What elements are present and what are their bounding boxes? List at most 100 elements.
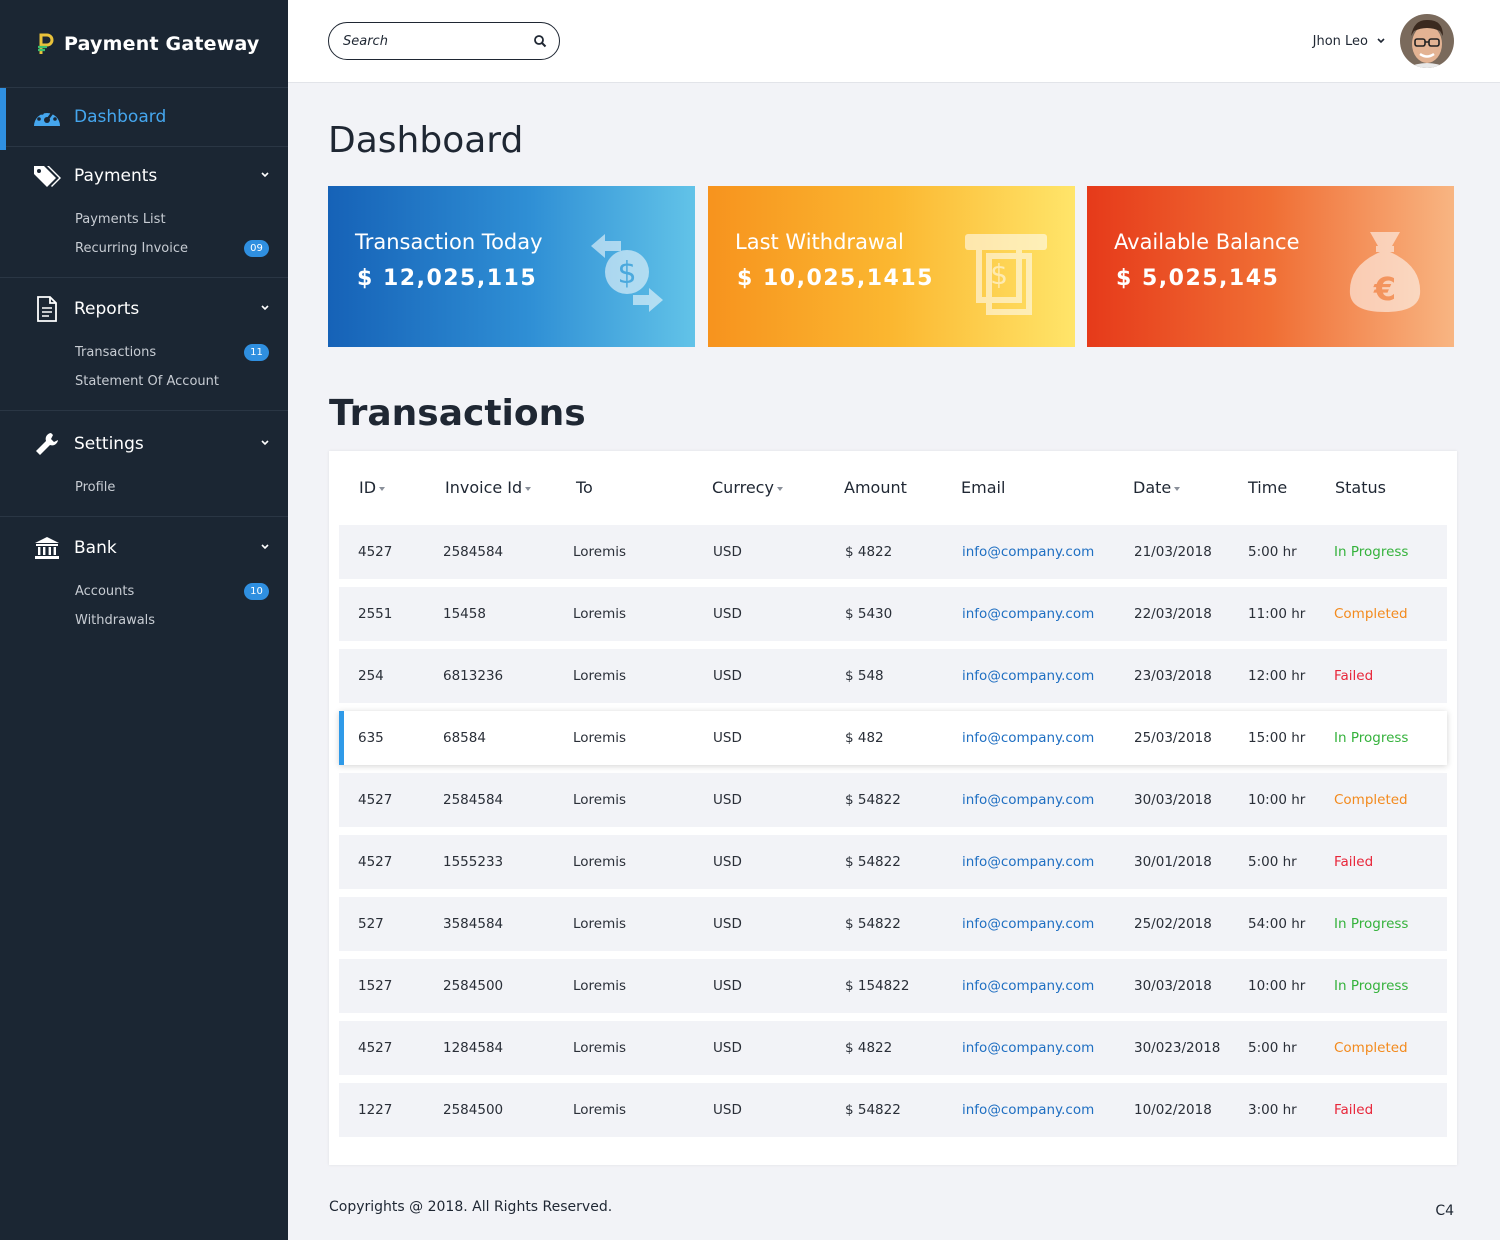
chevron-down-icon[interactable] <box>1376 36 1386 46</box>
search-icon[interactable] <box>533 34 547 48</box>
last-withdrawal-card[interactable]: Last Withdrawal $ 10,025,1415 $ <box>708 186 1075 347</box>
invoice-cell: 2584584 <box>443 792 504 808</box>
sort-arrow-icon <box>379 486 386 491</box>
sidebar-item-reports[interactable]: Reports <box>0 280 288 338</box>
currency-exchange-icon: $ <box>591 234 663 312</box>
sidebar-item-bank[interactable]: Bank <box>0 519 288 577</box>
available-balance-card[interactable]: Available Balance $ 5,025,145 € <box>1087 186 1454 347</box>
table-row[interactable]: 254 6813236 Loremis USD $ 548 info@company.co… <box>339 649 1447 703</box>
table-row[interactable]: 2551 15458 Loremis USD $ 5430 info@company.co… <box>339 587 1447 641</box>
amount-cell: $ 548 <box>845 668 884 684</box>
sidebar-item-label: Reports <box>74 299 140 319</box>
to-cell: Loremis <box>573 1102 627 1118</box>
chevron-down-icon[interactable] <box>260 438 270 448</box>
email-link[interactable]: info@company.com <box>962 730 1094 746</box>
status-badge: Failed <box>1334 668 1374 684</box>
email-link[interactable]: info@company.com <box>962 854 1094 870</box>
status-badge: Completed <box>1334 606 1408 622</box>
status-badge: Failed <box>1334 1102 1374 1118</box>
currency-cell: USD <box>713 668 742 684</box>
search-box[interactable] <box>328 22 560 60</box>
email-link[interactable]: info@company.com <box>962 1040 1094 1056</box>
user-name: Jhon Leo <box>1312 33 1368 49</box>
speedometer-icon <box>32 103 62 131</box>
status-badge: In Progress <box>1334 544 1409 560</box>
table-row[interactable]: 4527 2584584 Loremis USD $ 4822 info@company.… <box>339 525 1447 579</box>
date-cell: 25/02/2018 <box>1134 916 1212 932</box>
count-badge: 09 <box>244 240 269 257</box>
email-link[interactable]: info@company.com <box>962 916 1094 932</box>
bank-submenu: Accounts 10 Withdrawals <box>0 577 288 649</box>
email-link[interactable]: info@company.com <box>962 1102 1094 1118</box>
table-row[interactable]: 1227 2584500 Loremis USD $ 54822 info@company… <box>339 1083 1447 1137</box>
column-header-currency[interactable]: Currecy <box>712 478 783 497</box>
sidebar-item-payments[interactable]: Payments <box>0 147 288 205</box>
sidebar-item-settings[interactable]: Settings <box>0 415 288 473</box>
document-icon <box>32 295 62 323</box>
chevron-down-icon[interactable] <box>260 170 270 180</box>
table-row[interactable]: 527 3584584 Loremis USD $ 54822 info@company.… <box>339 897 1447 951</box>
card-value: $ 5,025,145 <box>1116 266 1280 291</box>
chevron-down-icon[interactable] <box>260 542 270 552</box>
sidebar-item-accounts[interactable]: Accounts 10 <box>75 577 288 606</box>
status-badge: In Progress <box>1334 730 1409 746</box>
id-cell: 1527 <box>358 978 393 994</box>
to-cell: Loremis <box>573 854 627 870</box>
section-title: Transactions <box>329 393 586 434</box>
id-cell: 4527 <box>358 1040 393 1056</box>
email-link[interactable]: info@company.com <box>962 792 1094 808</box>
column-header-time: Time <box>1248 478 1287 497</box>
time-cell: 12:00 hr <box>1248 668 1306 684</box>
invoice-cell: 2584500 <box>443 978 504 994</box>
table-row[interactable]: 4527 1555233 Loremis USD $ 54822 info@company… <box>339 835 1447 889</box>
sidebar-subitem-label: Statement Of Account <box>75 374 219 389</box>
avatar[interactable] <box>1400 14 1454 68</box>
copyright-text: Copyrights @ 2018. All Rights Reserved. <box>329 1199 613 1215</box>
brand[interactable]: Payment Gateway <box>0 0 288 88</box>
chevron-down-icon[interactable] <box>260 303 270 313</box>
date-cell: 22/03/2018 <box>1134 606 1212 622</box>
sort-arrow-icon <box>525 486 532 491</box>
sidebar-item-label: Dashboard <box>74 107 167 127</box>
settings-submenu: Profile <box>0 473 288 516</box>
currency-cell: USD <box>713 1102 742 1118</box>
id-cell: 2551 <box>358 606 393 622</box>
user-menu[interactable]: Jhon Leo <box>1313 14 1454 68</box>
table-row[interactable]: 635 68584 Loremis USD $ 482 info@company.com 2… <box>339 711 1447 765</box>
column-header-date[interactable]: Date <box>1133 478 1181 497</box>
status-badge: Completed <box>1334 792 1408 808</box>
email-link[interactable]: info@company.com <box>962 668 1094 684</box>
amount-cell: $ 4822 <box>845 544 893 560</box>
sidebar-item-payments-list[interactable]: Payments List <box>75 205 288 234</box>
wrench-icon <box>32 430 62 458</box>
time-cell: 54:00 hr <box>1248 916 1306 932</box>
column-header-id[interactable]: ID <box>359 478 386 497</box>
sidebar-item-recurring-invoice[interactable]: Recurring Invoice 09 <box>75 234 288 263</box>
column-header-label: ID <box>359 478 377 497</box>
invoice-cell: 2584500 <box>443 1102 504 1118</box>
email-link[interactable]: info@company.com <box>962 544 1094 560</box>
sidebar-item-label: Payments <box>74 166 158 186</box>
search-input[interactable] <box>343 33 523 49</box>
email-link[interactable]: info@company.com <box>962 606 1094 622</box>
email-link[interactable]: info@company.com <box>962 978 1094 994</box>
sidebar-item-dashboard[interactable]: Dashboard <box>0 88 288 150</box>
date-cell: 30/023/2018 <box>1134 1040 1221 1056</box>
table-row[interactable]: 1527 2584500 Loremis USD $ 154822 info@compan… <box>339 959 1447 1013</box>
column-header-invoice[interactable]: Invoice Id <box>445 478 532 497</box>
date-cell: 21/03/2018 <box>1134 544 1212 560</box>
svg-text:$: $ <box>617 256 636 291</box>
sidebar-item-transactions[interactable]: Transactions 11 <box>75 338 288 367</box>
date-cell: 23/03/2018 <box>1134 668 1212 684</box>
transaction-today-card[interactable]: Transaction Today $ 12,025,115 $ <box>328 186 695 347</box>
sidebar-item-withdrawals[interactable]: Withdrawals <box>75 606 288 635</box>
sort-arrow-icon <box>1174 486 1181 491</box>
sidebar-item-statement-of-account[interactable]: Statement Of Account <box>75 367 288 396</box>
currency-cell: USD <box>713 792 742 808</box>
invoice-cell: 3584584 <box>443 916 504 932</box>
sidebar-subitem-label: Withdrawals <box>75 613 156 628</box>
table-row[interactable]: 4527 2584584 Loremis USD $ 54822 info@company… <box>339 773 1447 827</box>
sidebar-item-profile[interactable]: Profile <box>75 473 288 502</box>
table-row[interactable]: 4527 1284584 Loremis USD $ 4822 info@company.… <box>339 1021 1447 1075</box>
id-cell: 4527 <box>358 854 393 870</box>
